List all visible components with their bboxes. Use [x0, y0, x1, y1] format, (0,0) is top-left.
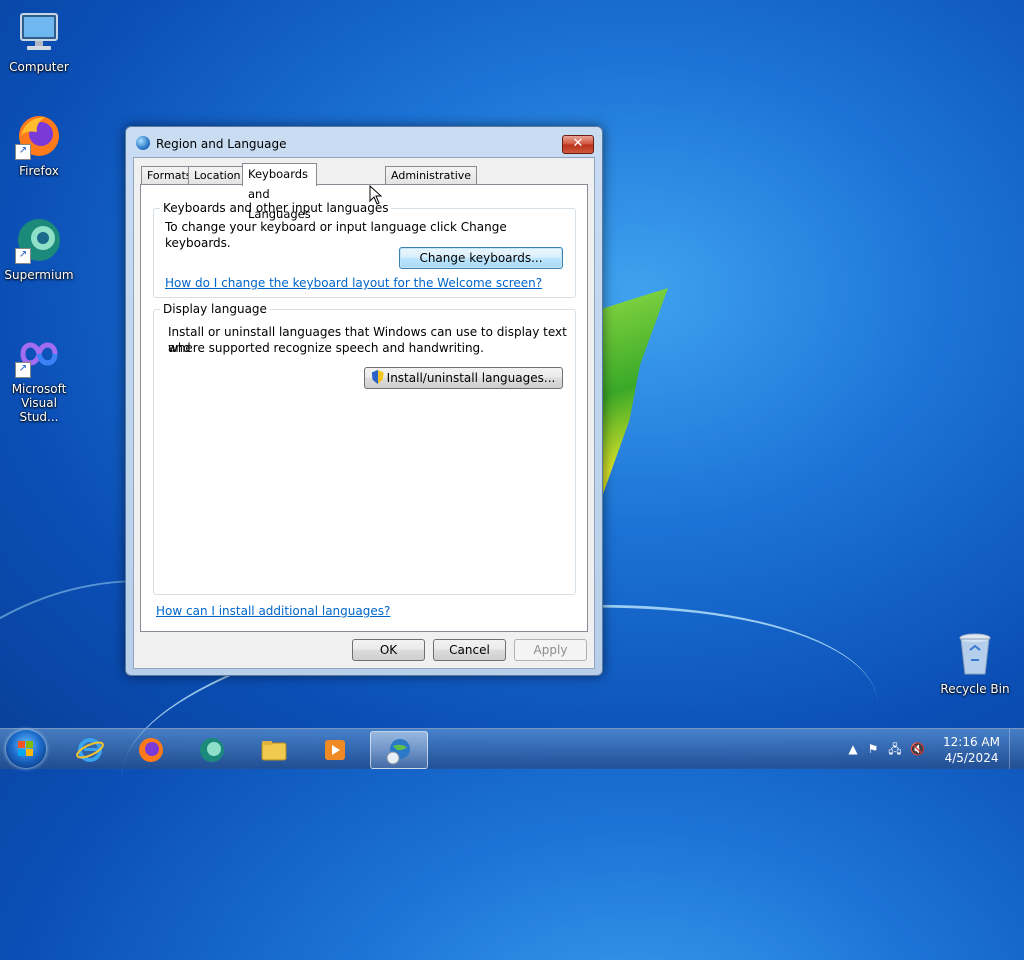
action-center-flag-icon[interactable]: ⚑	[866, 742, 880, 756]
desktop-icon-recycle-bin[interactable]: Recycle Bin	[937, 630, 1013, 696]
dialog-title: Region and Language	[156, 137, 287, 151]
taskbar-media-player[interactable]	[307, 731, 363, 767]
tab-keyboards-and-languages[interactable]: Keyboards and Languages	[242, 163, 317, 221]
desktop-icon-label: Supermium	[4, 268, 74, 282]
uac-shield-icon	[371, 370, 384, 384]
tab-administrative[interactable]: Administrative	[385, 166, 478, 185]
shortcut-arrow-icon: ↗	[15, 248, 31, 264]
change-keyboards-button[interactable]: Change keyboards...	[399, 247, 563, 269]
start-button[interactable]	[6, 730, 46, 768]
desktop-icon-label: Recycle Bin	[940, 682, 1010, 696]
keyboards-group: Keyboards and other input languages To c…	[153, 201, 576, 298]
shortcut-arrow-icon: ↗	[15, 362, 31, 378]
folder-icon	[261, 741, 287, 761]
tab-panel-keyboards: Keyboards and other input languages To c…	[140, 184, 588, 632]
taskbar: ▲ ⚑ 🖧 🔇 12:16 AM 4/5/2024	[0, 728, 1024, 769]
shortcut-arrow-icon: ↗	[15, 144, 31, 160]
recycle-bin-icon	[951, 630, 999, 678]
install-uninstall-label: Install/uninstall languages...	[386, 371, 556, 385]
install-additional-languages-link[interactable]: How can I install additional languages?	[156, 604, 390, 618]
desktop-icon-computer[interactable]: Computer	[1, 8, 77, 74]
desktop-icon-firefox[interactable]: ↗ Firefox	[1, 112, 77, 178]
network-icon[interactable]: 🖧	[888, 742, 902, 756]
mouse-cursor-icon	[369, 185, 383, 205]
cancel-button[interactable]: Cancel	[433, 639, 506, 661]
globe-icon	[136, 136, 150, 150]
clock-time: 12:16 AM	[943, 735, 1000, 749]
globe-clock-icon	[386, 739, 410, 765]
apply-button[interactable]: Apply	[514, 639, 587, 661]
desktop-icon-visual-studio[interactable]: ↗ Microsoft Visual Stud...	[1, 330, 77, 424]
supermium-icon: ↗	[15, 216, 63, 264]
windows-logo-icon	[18, 741, 34, 757]
show-hidden-icons-icon[interactable]: ▲	[846, 742, 860, 756]
desktop-icon-label: Computer	[9, 60, 69, 74]
display-language-group: Display language Install or uninstall la…	[153, 302, 576, 595]
region-language-dialog: Region and Language ✕ Formats Location K…	[125, 126, 603, 676]
desktop-icon-label: Microsoft Visual Stud...	[11, 382, 67, 424]
supermium-icon	[200, 738, 224, 762]
visual-studio-icon: ↗	[15, 330, 63, 378]
taskbar-file-explorer[interactable]	[246, 731, 302, 767]
close-button[interactable]: ✕	[562, 135, 594, 154]
taskbar-supermium[interactable]	[184, 731, 240, 767]
taskbar-firefox[interactable]	[123, 731, 179, 767]
desktop-icon-supermium[interactable]: ↗ Supermium	[1, 216, 77, 282]
taskbar-internet-explorer[interactable]	[62, 731, 118, 767]
show-desktop-button[interactable]	[1009, 729, 1024, 769]
welcome-screen-keyboard-link[interactable]: How do I change the keyboard layout for …	[165, 276, 542, 290]
group-label-display-language: Display language	[160, 302, 270, 316]
ok-button[interactable]: OK	[352, 639, 425, 661]
firefox-icon	[139, 738, 163, 762]
install-uninstall-languages-button[interactable]: Install/uninstall languages...	[364, 367, 563, 389]
firefox-icon: ↗	[15, 112, 63, 160]
display-language-description-line2: where supported recognize speech and han…	[168, 341, 484, 355]
dialog-client-area: Formats Location Keyboards and Languages…	[133, 157, 595, 669]
clock-date: 4/5/2024	[944, 751, 999, 765]
media-player-icon	[325, 740, 345, 760]
clock[interactable]: 12:16 AM 4/5/2024	[943, 734, 1000, 766]
desktop-icon-label: Firefox	[19, 164, 59, 178]
tab-location[interactable]: Location	[188, 166, 247, 185]
computer-icon	[15, 8, 63, 56]
dialog-titlebar[interactable]: Region and Language ✕	[126, 127, 602, 157]
internet-explorer-icon	[76, 738, 104, 762]
volume-muted-icon[interactable]: 🔇	[910, 742, 925, 756]
wallpaper-leaf	[598, 288, 668, 508]
system-tray: ▲ ⚑ 🖧 🔇 12:16 AM 4/5/2024	[842, 729, 1024, 769]
taskbar-region-language[interactable]	[370, 731, 428, 769]
